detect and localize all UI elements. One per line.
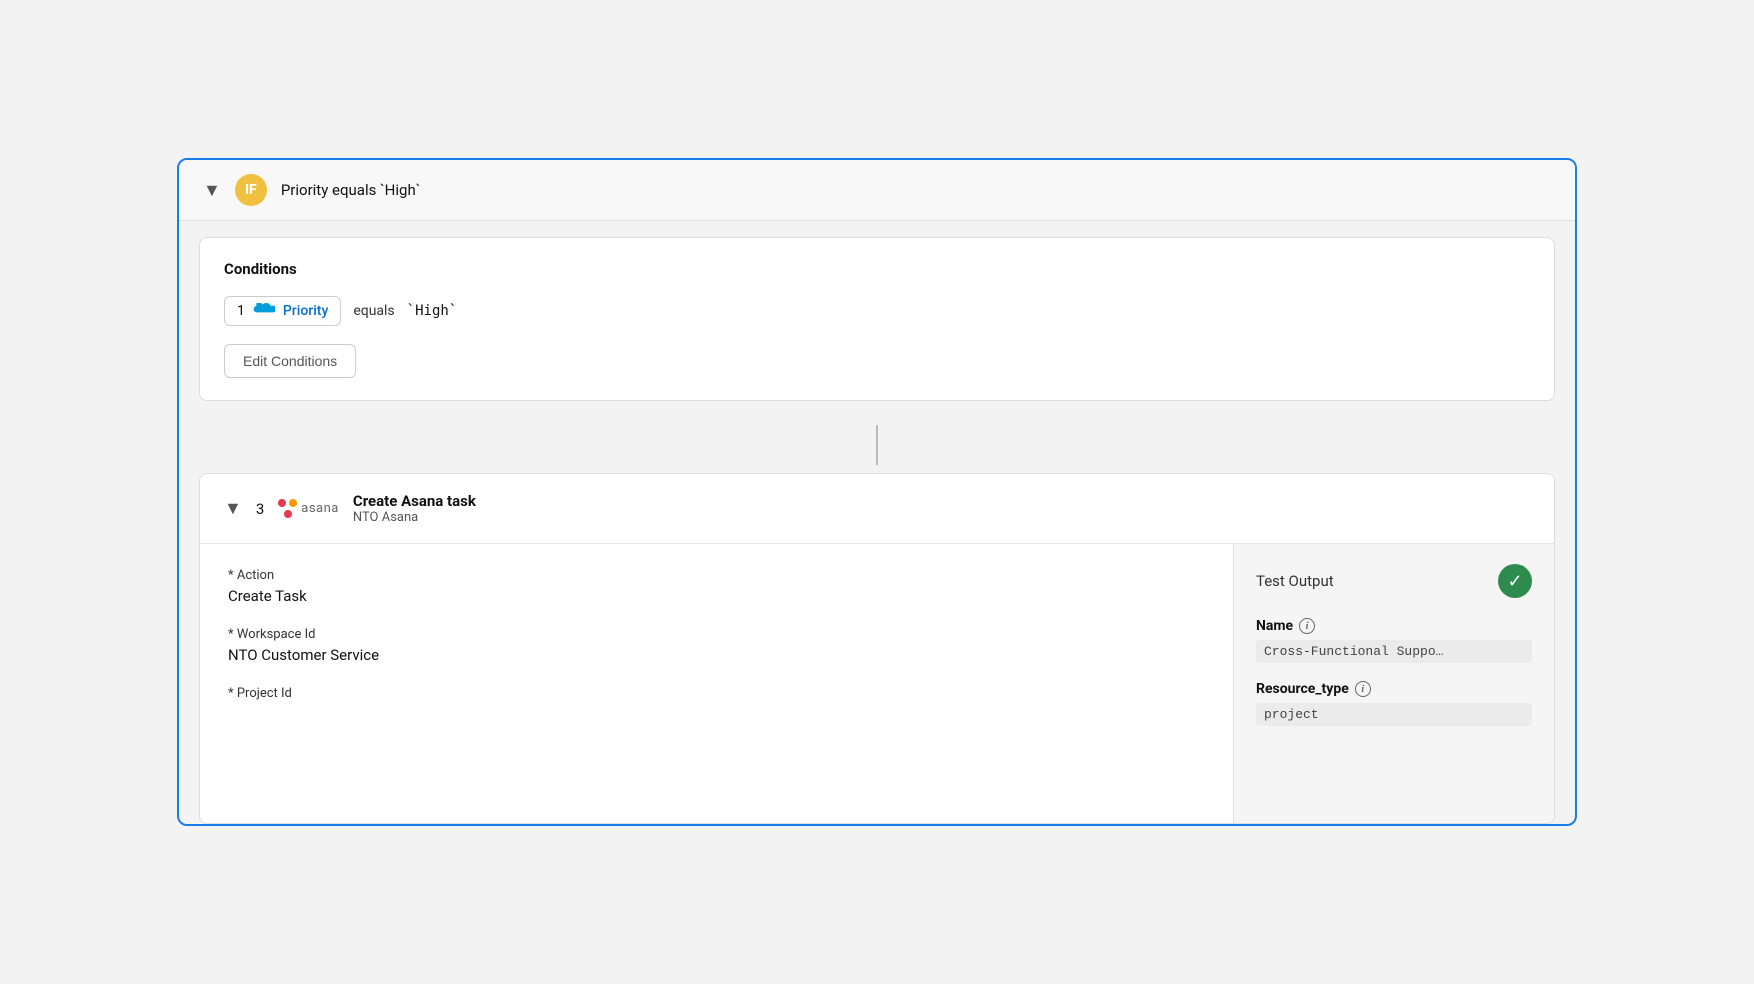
action-value: Create Task — [228, 587, 1205, 605]
connector-line — [876, 425, 878, 465]
condition-badge: 1 Priority — [224, 296, 341, 326]
resource-info-icon: i — [1355, 681, 1371, 697]
condition-value: `High` — [407, 303, 458, 319]
output-resource-label: Resource_type i — [1256, 681, 1532, 697]
if-badge: IF — [235, 174, 267, 206]
edit-conditions-button[interactable]: Edit Conditions — [224, 344, 356, 378]
if-chevron-icon[interactable]: ▼ — [203, 180, 221, 201]
asana-logo: asana — [278, 499, 339, 518]
test-output-panel: Test Output ✓ Name i Cross-Functional Su… — [1234, 544, 1554, 823]
test-output-label: Test Output — [1256, 572, 1334, 590]
asana-subtitle: NTO Asana — [353, 510, 476, 525]
action-label: * Action — [228, 568, 1205, 583]
if-header: ▼ IF Priority equals `High` — [179, 160, 1575, 221]
project-field: * Project Id — [228, 686, 1205, 701]
output-resource-field: Resource_type i project — [1256, 681, 1532, 726]
workspace-field: * Workspace Id NTO Customer Service — [228, 627, 1205, 664]
connector — [179, 417, 1575, 473]
output-name-label: Name i — [1256, 618, 1532, 634]
output-resource-value: project — [1256, 703, 1532, 726]
asana-step-number: 3 — [256, 500, 264, 518]
condition-row: 1 Priority equals `High` — [224, 296, 1530, 326]
name-info-icon: i — [1299, 618, 1315, 634]
condition-operator: equals — [353, 303, 394, 319]
test-output-header: Test Output ✓ — [1256, 564, 1532, 598]
main-content-area: * Action Create Task * Workspace Id NTO … — [199, 544, 1555, 824]
form-section: * Action Create Task * Workspace Id NTO … — [200, 544, 1234, 823]
asana-dot-left — [278, 499, 286, 507]
workspace-value: NTO Customer Service — [228, 646, 1205, 664]
asana-chevron-icon[interactable]: ▼ — [224, 498, 242, 519]
output-name-field: Name i Cross-Functional Suppo… — [1256, 618, 1532, 663]
workspace-label: * Workspace Id — [228, 627, 1205, 642]
asana-header: ▼ 3 asana Create Asana task NTO Asana — [199, 473, 1555, 544]
action-field: * Action Create Task — [228, 568, 1205, 605]
asana-dot-right — [289, 499, 297, 507]
asana-task-info: Create Asana task NTO Asana — [353, 492, 476, 525]
main-container: ▼ IF Priority equals `High` Conditions 1… — [177, 158, 1577, 826]
asana-task-title: Create Asana task — [353, 492, 476, 510]
project-label: * Project Id — [228, 686, 1205, 701]
output-name-value: Cross-Functional Suppo… — [1256, 640, 1532, 663]
success-check-icon: ✓ — [1498, 564, 1532, 598]
if-title: Priority equals `High` — [281, 181, 421, 199]
condition-number: 1 — [237, 303, 245, 319]
condition-field: Priority — [283, 303, 328, 319]
conditions-card: Conditions 1 Priority equals `High` Edit… — [199, 237, 1555, 401]
asana-wordmark: asana — [301, 501, 339, 516]
conditions-title: Conditions — [224, 260, 1530, 278]
salesforce-icon — [253, 303, 275, 319]
asana-dot-bottom — [284, 510, 292, 518]
